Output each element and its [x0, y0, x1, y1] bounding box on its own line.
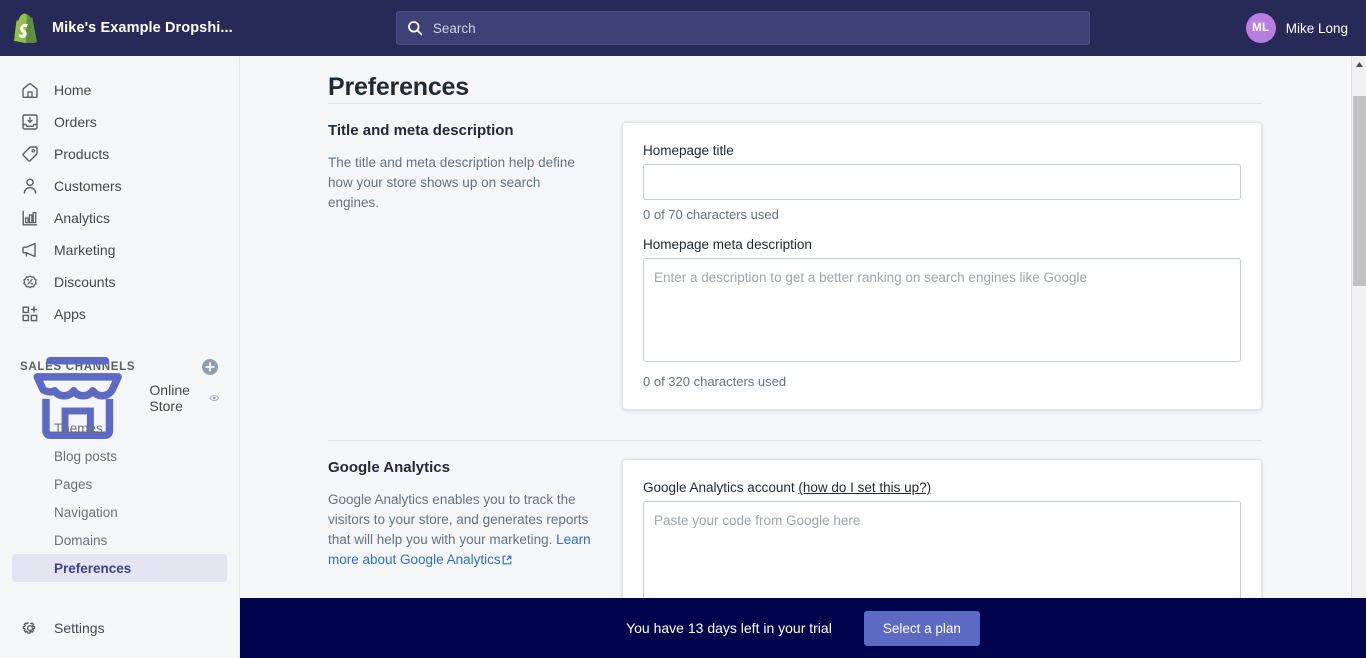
homepage-title-input[interactable] [643, 164, 1241, 200]
ga-setup-help-link[interactable]: (how do I set this up?) [798, 480, 931, 495]
sidebar-item-home[interactable]: Home [12, 74, 227, 106]
sidebar: Home Orders Products Customers Analytics… [0, 56, 240, 658]
user-name: Mike Long [1285, 20, 1348, 36]
section-description-column: Title and meta description The title and… [328, 122, 622, 410]
sidebar-item-label: Products [54, 146, 110, 162]
sidebar-item-analytics[interactable]: Analytics [12, 202, 227, 234]
sidebar-item-preferences[interactable]: Preferences [12, 554, 227, 582]
analytics-bar-chart-icon [22, 210, 38, 226]
home-icon [22, 82, 38, 98]
trial-message: You have 13 days left in your trial [626, 620, 832, 636]
plus-circle-icon[interactable] [201, 358, 219, 376]
apps-grid-plus-icon [22, 306, 38, 322]
section-description-text: Google Analytics enables you to track th… [328, 492, 589, 547]
homepage-title-helper: 0 of 70 characters used [643, 207, 779, 222]
select-a-plan-button[interactable]: Select a plan [863, 610, 980, 646]
meta-description-textarea[interactable] [643, 258, 1241, 362]
marketing-megaphone-icon [22, 242, 36, 258]
gear-icon [22, 622, 36, 634]
orders-inbox-icon [22, 114, 38, 130]
scrollbar-thumb[interactable] [1353, 96, 1366, 286]
sidebar-item-settings[interactable]: Settings [12, 612, 228, 644]
ga-account-label: Google Analytics account (how do I set t… [643, 480, 1241, 495]
sidebar-item-navigation[interactable]: Navigation [12, 498, 227, 526]
section-divider [328, 440, 1262, 441]
top-bar: Mike's Example Dropshi... Search ML Mike… [0, 0, 1366, 56]
sidebar-item-label: Apps [54, 306, 86, 322]
sidebar-item-discounts[interactable]: Discounts [12, 266, 227, 298]
section-description: Google Analytics enables you to track th… [328, 490, 592, 570]
title-divider [328, 103, 1262, 104]
sidebar-item-label: Home [54, 82, 92, 98]
trial-banner: You have 13 days left in your trial Sele… [240, 598, 1366, 658]
sidebar-item-label: Pages [54, 476, 93, 492]
scroll-up-arrow-icon[interactable] [1352, 56, 1366, 72]
sidebar-item-label: Marketing [54, 242, 116, 258]
store-name: Mike's Example Dropshi... [52, 20, 233, 36]
section-heading: Title and meta description [328, 122, 514, 139]
sidebar-item-label: Blog posts [54, 448, 118, 464]
meta-description-label: Homepage meta description [643, 237, 812, 252]
sidebar-item-label: Discounts [54, 274, 116, 290]
avatar: ML [1245, 13, 1276, 43]
page-title: Preferences [328, 72, 469, 101]
sidebar-item-customers[interactable]: Customers [12, 170, 227, 202]
meta-description-helper: 0 of 320 characters used [643, 374, 787, 389]
sidebar-item-orders[interactable]: Orders [12, 106, 227, 138]
search-wrapper: Search [240, 11, 1246, 45]
sidebar-item-label: Themes [54, 420, 103, 436]
sidebar-item-label: Online Store [149, 382, 190, 414]
product-tag-icon [22, 146, 38, 162]
sidebar-item-products[interactable]: Products [12, 138, 227, 170]
sidebar-item-label: Domains [54, 532, 108, 548]
sidebar-item-online-store[interactable]: Online Store [12, 357, 227, 440]
eye-icon[interactable] [208, 389, 219, 407]
sidebar-item-label: Preferences [54, 560, 132, 576]
sidebar-item-domains[interactable]: Domains [12, 526, 227, 554]
sidebar-item-label: Analytics [54, 210, 111, 226]
brand-area[interactable]: Mike's Example Dropshi... [0, 0, 240, 56]
sidebar-item-label: Customers [54, 178, 122, 194]
sidebar-item-pages[interactable]: Pages [12, 470, 227, 498]
section-heading: Google Analytics [328, 459, 450, 476]
sidebar-item-marketing[interactable]: Marketing [12, 234, 227, 266]
sidebar-item-label: Navigation [54, 504, 118, 520]
settings-row: Settings [0, 612, 239, 644]
search-input[interactable]: Search [395, 11, 1090, 45]
homepage-title-label: Homepage title [643, 143, 734, 158]
discount-percent-icon [23, 275, 37, 289]
external-link-icon [502, 555, 512, 565]
vertical-scrollbar[interactable] [1351, 56, 1366, 658]
primary-nav: Home Orders Products Customers Analytics… [0, 56, 239, 330]
search-placeholder: Search [432, 20, 476, 36]
section-description: The title and meta description help defi… [328, 155, 575, 210]
main-content: Preferences Title and meta description T… [241, 56, 1351, 658]
sidebar-item-label: Orders [54, 114, 97, 130]
online-store-icon [33, 357, 122, 440]
customer-person-icon [23, 178, 37, 194]
section-title-and-meta: Title and meta description The title and… [328, 122, 1262, 410]
sidebar-item-apps[interactable]: Apps [12, 298, 227, 330]
search-icon [407, 21, 423, 36]
user-menu[interactable]: ML Mike Long [1245, 13, 1366, 43]
shopify-bag-icon [14, 13, 37, 43]
title-meta-card: Homepage title 0 of 70 characters used H… [622, 122, 1262, 410]
ga-account-label-text: Google Analytics account [643, 480, 795, 495]
sidebar-item-label: Settings [54, 620, 105, 636]
